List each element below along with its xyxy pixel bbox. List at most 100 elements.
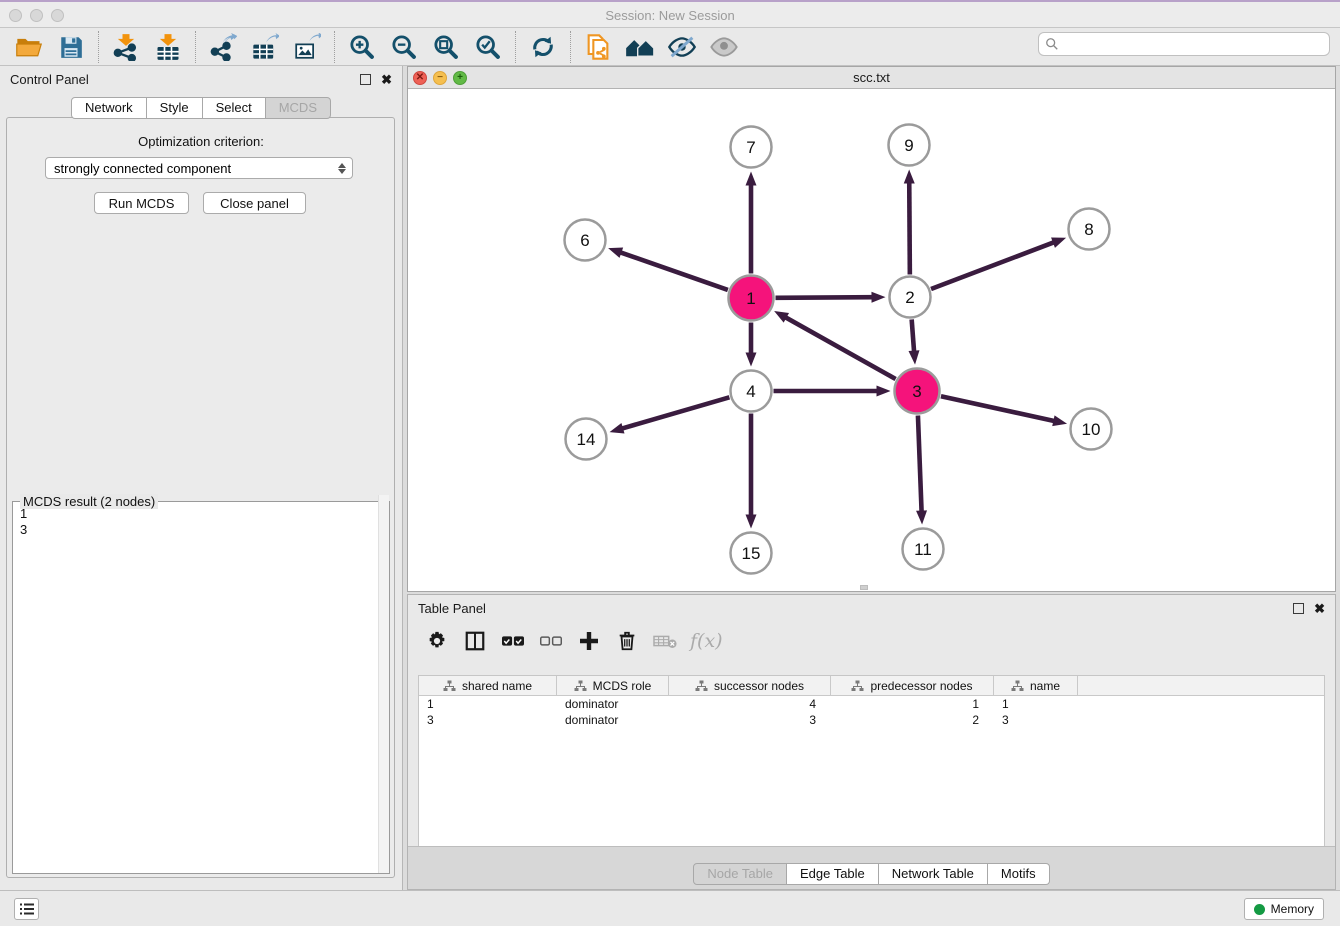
split-view-icon[interactable]: [460, 626, 490, 656]
edge-arrow-1-4: [746, 353, 757, 367]
edge-2-8[interactable]: [931, 242, 1055, 289]
zoom-fit-icon[interactable]: [430, 31, 462, 63]
edge-3-1[interactable]: [785, 317, 896, 379]
clone-network-icon[interactable]: [582, 31, 614, 63]
table-cell: dominator: [557, 696, 669, 712]
column-header-label: MCDS role: [593, 679, 652, 693]
edge-arrow-3-10: [1052, 415, 1067, 426]
column-header-name[interactable]: name: [994, 676, 1078, 695]
status-bar: Memory: [0, 890, 1340, 926]
tab-select[interactable]: Select: [203, 97, 266, 119]
column-header-predecessor-nodes[interactable]: predecessor nodes: [831, 676, 994, 695]
network-window-title: scc.txt: [408, 70, 1335, 85]
dropdown-value: strongly connected component: [54, 161, 338, 176]
edge-3-10[interactable]: [941, 396, 1055, 421]
toolbar-separator: [334, 31, 335, 63]
tab-edge-table[interactable]: Edge Table: [787, 863, 879, 885]
tab-network[interactable]: Network: [71, 97, 147, 119]
memory-button[interactable]: Memory: [1244, 898, 1324, 920]
close-panel-button[interactable]: Close panel: [203, 192, 306, 214]
edge-arrow-3-11: [916, 510, 927, 524]
float-panel-icon[interactable]: [360, 74, 371, 85]
table-row[interactable]: 3dominator323: [419, 712, 1324, 728]
task-history-button[interactable]: [14, 898, 39, 920]
select-all-columns-icon[interactable]: [498, 626, 528, 656]
export-table-icon[interactable]: [249, 31, 281, 63]
column-header-MCDS-role[interactable]: MCDS role: [557, 676, 669, 695]
table-cell: 4: [669, 696, 831, 712]
run-mcds-button[interactable]: Run MCDS: [94, 192, 189, 214]
tab-network-table[interactable]: Network Table: [879, 863, 988, 885]
table-cell: 3: [994, 712, 1078, 728]
node-label-4: 4: [746, 382, 755, 401]
export-network-icon[interactable]: [207, 31, 239, 63]
gear-icon[interactable]: [422, 626, 452, 656]
zoom-selected-icon[interactable]: [472, 31, 504, 63]
import-table-icon[interactable]: [152, 31, 184, 63]
edge-arrow-3-1: [774, 311, 789, 323]
edge-arrow-1-6: [608, 248, 623, 258]
tab-node-table[interactable]: Node Table: [693, 863, 787, 885]
edge-3-11[interactable]: [918, 415, 922, 512]
zoom-in-icon[interactable]: [346, 31, 378, 63]
add-column-icon[interactable]: [574, 626, 604, 656]
open-session-icon[interactable]: [13, 31, 45, 63]
edge-2-9[interactable]: [909, 181, 910, 274]
column-header-successor-nodes[interactable]: successor nodes: [669, 676, 831, 695]
edge-1-6[interactable]: [619, 252, 727, 290]
close-table-panel-icon[interactable]: ✖: [1314, 602, 1325, 615]
table-panel-title: Table Panel: [418, 601, 486, 616]
search-field[interactable]: [1038, 32, 1330, 56]
save-session-icon[interactable]: [55, 31, 87, 63]
node-label-9: 9: [904, 136, 913, 155]
delete-column-icon[interactable]: [612, 626, 642, 656]
first-neighbors-icon[interactable]: [624, 31, 656, 63]
result-scrollbar[interactable]: [378, 495, 389, 873]
toolbar-separator: [98, 31, 99, 63]
node-label-3: 3: [912, 382, 921, 401]
table-cell: 3: [669, 712, 831, 728]
node-label-11: 11: [914, 540, 932, 559]
optimization-criterion-dropdown[interactable]: strongly connected component: [45, 157, 353, 179]
optimization-criterion-label: Optimization criterion:: [0, 134, 402, 149]
edge-2-3[interactable]: [912, 319, 914, 352]
table-row[interactable]: 1dominator411: [419, 696, 1324, 712]
float-table-panel-icon[interactable]: [1293, 603, 1304, 614]
table-panel: Table Panel ✖ f(x) shared nameMCDS roles…: [407, 594, 1336, 890]
tab-motifs[interactable]: Motifs: [988, 863, 1050, 885]
search-input[interactable]: [1059, 36, 1323, 53]
control-panel-title: Control Panel: [10, 72, 89, 87]
node-label-2: 2: [905, 288, 914, 307]
hide-selected-icon[interactable]: [666, 31, 698, 63]
table-cell: 1: [994, 696, 1078, 712]
refresh-icon[interactable]: [527, 31, 559, 63]
export-image-icon[interactable]: [291, 31, 323, 63]
unselect-all-columns-icon[interactable]: [536, 626, 566, 656]
edge-4-14[interactable]: [621, 397, 729, 429]
control-panel: Control Panel ✖ NetworkStyleSelectMCDS O…: [0, 66, 403, 890]
mcds-result-lines: 13: [20, 506, 374, 538]
column-header-shared-name[interactable]: shared name: [419, 676, 557, 695]
zoom-out-icon[interactable]: [388, 31, 420, 63]
toolbar-separator: [570, 31, 571, 63]
tab-mcds[interactable]: MCDS: [266, 97, 331, 119]
node-label-15: 15: [742, 544, 761, 563]
table-cell: 1: [419, 696, 557, 712]
splitter-handle[interactable]: [860, 585, 868, 590]
table-tab-strip: Node TableEdge TableNetwork TableMotifs: [408, 846, 1335, 889]
tab-style[interactable]: Style: [147, 97, 203, 119]
task-list-icon: [19, 902, 35, 916]
import-network-icon[interactable]: [110, 31, 142, 63]
network-canvas[interactable]: 7968124314101511: [408, 89, 1335, 591]
show-all-icon[interactable]: [708, 31, 740, 63]
table-header-row: shared name MCDS role successor nodesprede…: [419, 676, 1324, 696]
node-label-8: 8: [1084, 220, 1093, 239]
close-panel-icon[interactable]: ✖: [381, 73, 392, 86]
result-line: 3: [20, 522, 374, 538]
node-label-1: 1: [746, 289, 755, 308]
edge-1-2[interactable]: [775, 297, 873, 298]
edge-arrow-4-15: [746, 515, 757, 529]
function-builder-icon[interactable]: f(x): [690, 630, 723, 652]
toolbar-separator: [195, 31, 196, 63]
delete-table-icon[interactable]: [650, 626, 680, 656]
